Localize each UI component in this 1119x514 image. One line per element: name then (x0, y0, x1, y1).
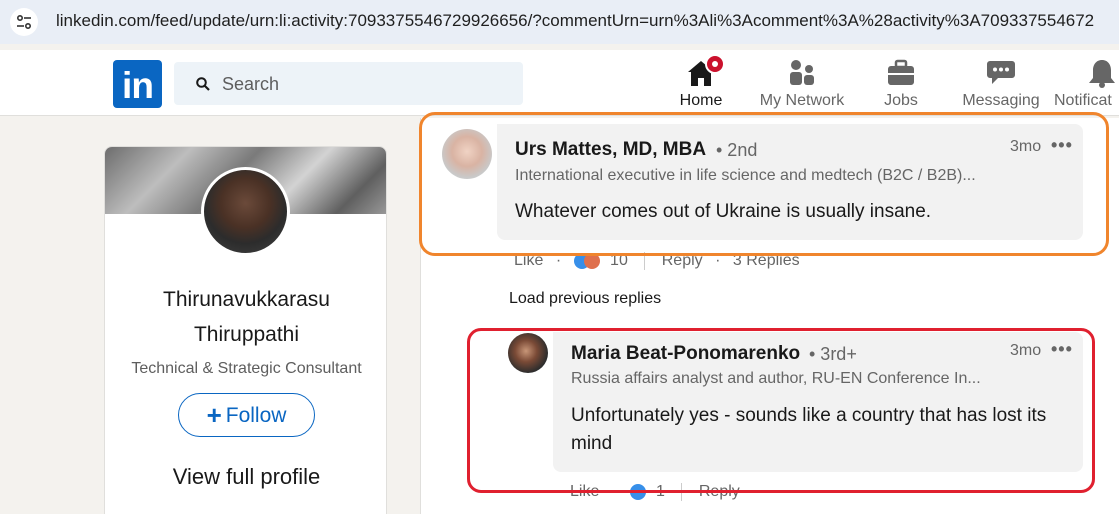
nav-messaging[interactable]: Messaging (955, 54, 1047, 114)
briefcase-icon (888, 59, 914, 85)
profile-name-line2[interactable]: Thiruppathi (105, 323, 386, 347)
nav-home-label: Home (679, 92, 723, 109)
profile-avatar[interactable] (201, 167, 290, 256)
search-box[interactable] (174, 62, 523, 105)
url-text[interactable]: linkedin.com/feed/update/urn:li:activity… (56, 11, 1094, 31)
search-input[interactable] (222, 71, 512, 97)
nav-jobs[interactable]: Jobs (858, 54, 944, 114)
plus-icon: + (206, 399, 222, 430)
nav-my-network-label: My Network (759, 92, 845, 109)
nav-notifications-label: Notificat (1054, 92, 1112, 109)
site-settings-icon[interactable] (10, 8, 38, 36)
view-full-profile-link[interactable]: View full profile (105, 464, 386, 490)
nav-my-network[interactable]: My Network (752, 54, 852, 114)
highlight-box-orange (419, 112, 1109, 256)
message-icon (987, 61, 1015, 84)
bell-icon (1089, 60, 1115, 88)
profile-title: Technical & Strategic Consultant (131, 360, 362, 377)
profile-name-line1[interactable]: Thirunavukkarasu (105, 288, 386, 312)
nav-home[interactable]: Home (651, 54, 751, 114)
profile-card: Thirunavukkarasu Thiruppathi Technical &… (104, 146, 387, 514)
follow-button[interactable]: + Follow (178, 393, 315, 437)
global-nav: in Home My Network Jobs Messaging Notifi… (0, 50, 1119, 116)
follow-label: Follow (225, 403, 287, 427)
nav-notifications[interactable]: Notificat (1052, 54, 1119, 114)
notification-badge (705, 54, 725, 74)
search-icon (196, 77, 210, 91)
browser-address-bar[interactable]: linkedin.com/feed/update/urn:li:activity… (0, 0, 1119, 44)
nav-messaging-label: Messaging (962, 92, 1040, 109)
load-previous-replies[interactable]: Load previous replies (509, 290, 661, 308)
linkedin-logo[interactable]: in (113, 60, 162, 108)
nav-jobs-label: Jobs (884, 92, 918, 109)
highlight-box-red (467, 328, 1095, 493)
network-icon (790, 60, 814, 85)
